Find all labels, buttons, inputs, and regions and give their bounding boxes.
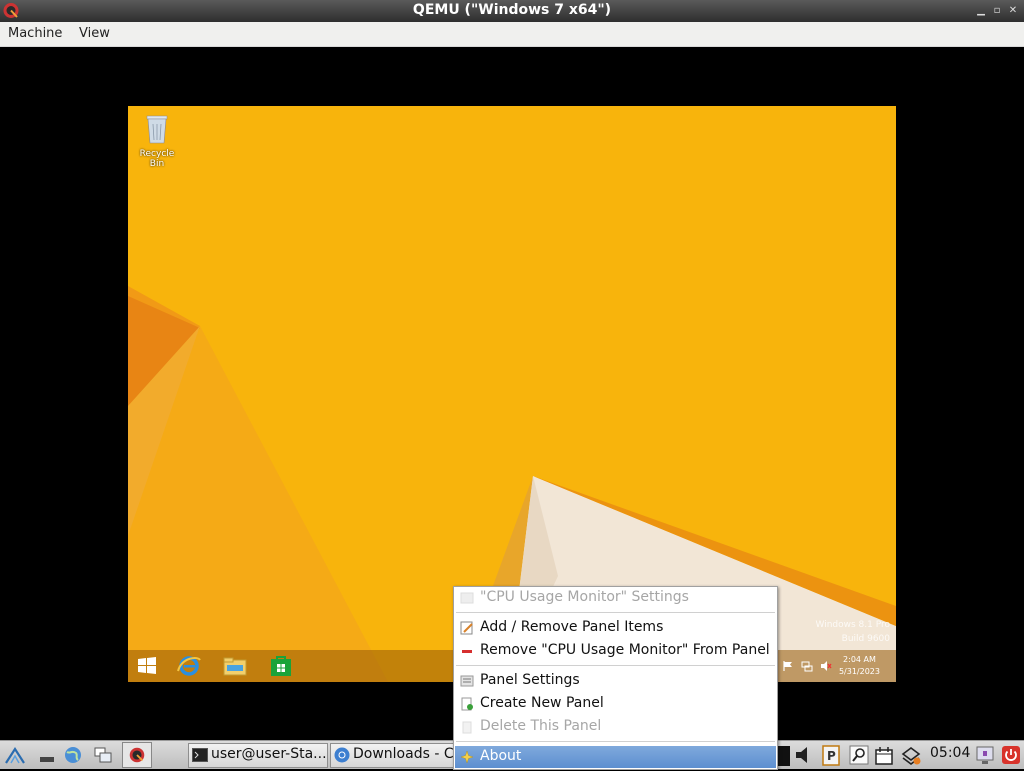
svg-text:P: P xyxy=(827,749,836,763)
network-icon[interactable] xyxy=(801,660,813,672)
recycle-bin-shortcut[interactable]: Recycle Bin xyxy=(134,112,180,169)
menu-item-about[interactable]: About xyxy=(455,746,776,768)
panel-context-menu: "CPU Usage Monitor" Settings Add / Remov… xyxy=(453,586,778,770)
menu-item-cpu-monitor-settings[interactable]: "CPU Usage Monitor" Settings xyxy=(455,587,776,609)
taskbar-item-terminal[interactable]: user@user-Sta... xyxy=(188,743,328,768)
windows-clock-date: 5/31/2023 xyxy=(838,667,880,676)
settings-disabled-icon xyxy=(460,592,474,604)
windows-start-icon[interactable] xyxy=(134,654,160,678)
menu-item-label: Create New Panel xyxy=(480,695,604,711)
calendar-icon[interactable] xyxy=(873,744,895,766)
menu-item-label: Add / Remove Panel Items xyxy=(480,619,664,635)
screen-lock-icon[interactable] xyxy=(974,744,996,766)
menu-item-label: Panel Settings xyxy=(480,672,580,688)
internet-explorer-icon[interactable] xyxy=(176,654,202,678)
window-title: QEMU ("Windows 7 x64") xyxy=(412,2,612,18)
about-icon xyxy=(460,750,474,764)
web-browser-icon[interactable] xyxy=(62,744,84,766)
menu-separator xyxy=(456,741,775,742)
menu-bar: Machine View xyxy=(0,22,1024,47)
watermark-edition: Windows 8.1 Pro xyxy=(815,620,891,630)
menu-item-label: Remove "CPU Usage Monitor" From Panel xyxy=(480,642,770,658)
menu-separator xyxy=(456,612,775,613)
remove-icon xyxy=(462,650,472,653)
taskbar-item-terminal-label: user@user-Sta... xyxy=(211,746,327,762)
action-center-flag-icon[interactable] xyxy=(782,660,794,672)
minimize-all-windows-icon[interactable] xyxy=(36,744,58,766)
windows-clock[interactable]: 2:04 AM 5/31/2023 xyxy=(839,654,880,678)
file-explorer-icon[interactable] xyxy=(222,654,248,678)
network-status-icon[interactable] xyxy=(900,744,922,766)
search-icon[interactable] xyxy=(848,744,870,766)
close-icon[interactable]: ✕ xyxy=(1006,4,1020,18)
menu-item-panel-settings[interactable]: Panel Settings xyxy=(455,670,776,692)
menu-item-remove-from-panel[interactable]: Remove "CPU Usage Monitor" From Panel xyxy=(455,640,776,662)
qemu-task-icon-button[interactable] xyxy=(122,742,152,768)
title-bar: QEMU ("Windows 7 x64") ▁ ▫ ✕ xyxy=(0,0,1024,22)
menu-item-label: About xyxy=(480,748,522,764)
windows-watermark: Windows 8.1 Pro Build 9600 xyxy=(816,618,891,646)
minimize-icon[interactable]: ▁ xyxy=(974,4,988,18)
recycle-bin-label: Recycle Bin xyxy=(139,149,175,169)
cpu-usage-monitor-graph[interactable] xyxy=(778,744,790,766)
volume-icon[interactable] xyxy=(792,744,816,766)
menu-item-create-new-panel[interactable]: Create New Panel xyxy=(455,693,776,715)
panel-settings-icon xyxy=(460,675,474,687)
menu-separator xyxy=(456,665,775,666)
desktop-switcher-icon[interactable] xyxy=(92,744,114,766)
menu-item-add-remove-panel-items[interactable]: Add / Remove Panel Items xyxy=(455,617,776,639)
watermark-build: Build 9600 xyxy=(841,634,890,644)
edit-icon xyxy=(460,621,473,635)
delete-panel-icon xyxy=(462,721,472,734)
clipboard-manager-icon[interactable]: P xyxy=(820,744,842,766)
menu-item-delete-this-panel[interactable]: Delete This Panel xyxy=(455,716,776,738)
volume-muted-icon[interactable] xyxy=(820,660,832,672)
windows-clock-time: 2:04 AM xyxy=(843,655,876,664)
recycle-bin-icon xyxy=(146,115,168,144)
qemu-icon xyxy=(129,747,145,763)
start-menu-icon[interactable] xyxy=(4,744,26,766)
menu-item-label: Delete This Panel xyxy=(480,718,602,734)
store-icon[interactable] xyxy=(268,654,294,678)
chrome-icon xyxy=(334,747,350,763)
new-panel-icon xyxy=(461,697,473,711)
taskbar-item-downloads-label: Downloads - C... xyxy=(353,746,456,762)
terminal-icon xyxy=(192,748,208,762)
power-icon[interactable] xyxy=(1000,744,1022,766)
menu-view[interactable]: View xyxy=(79,26,110,41)
restore-icon[interactable]: ▫ xyxy=(990,4,1004,18)
menu-machine[interactable]: Machine xyxy=(8,26,62,41)
menu-item-label: "CPU Usage Monitor" Settings xyxy=(480,589,689,605)
panel-clock[interactable]: 05:04 xyxy=(930,745,970,761)
taskbar-item-downloads[interactable]: Downloads - C... xyxy=(330,743,456,768)
